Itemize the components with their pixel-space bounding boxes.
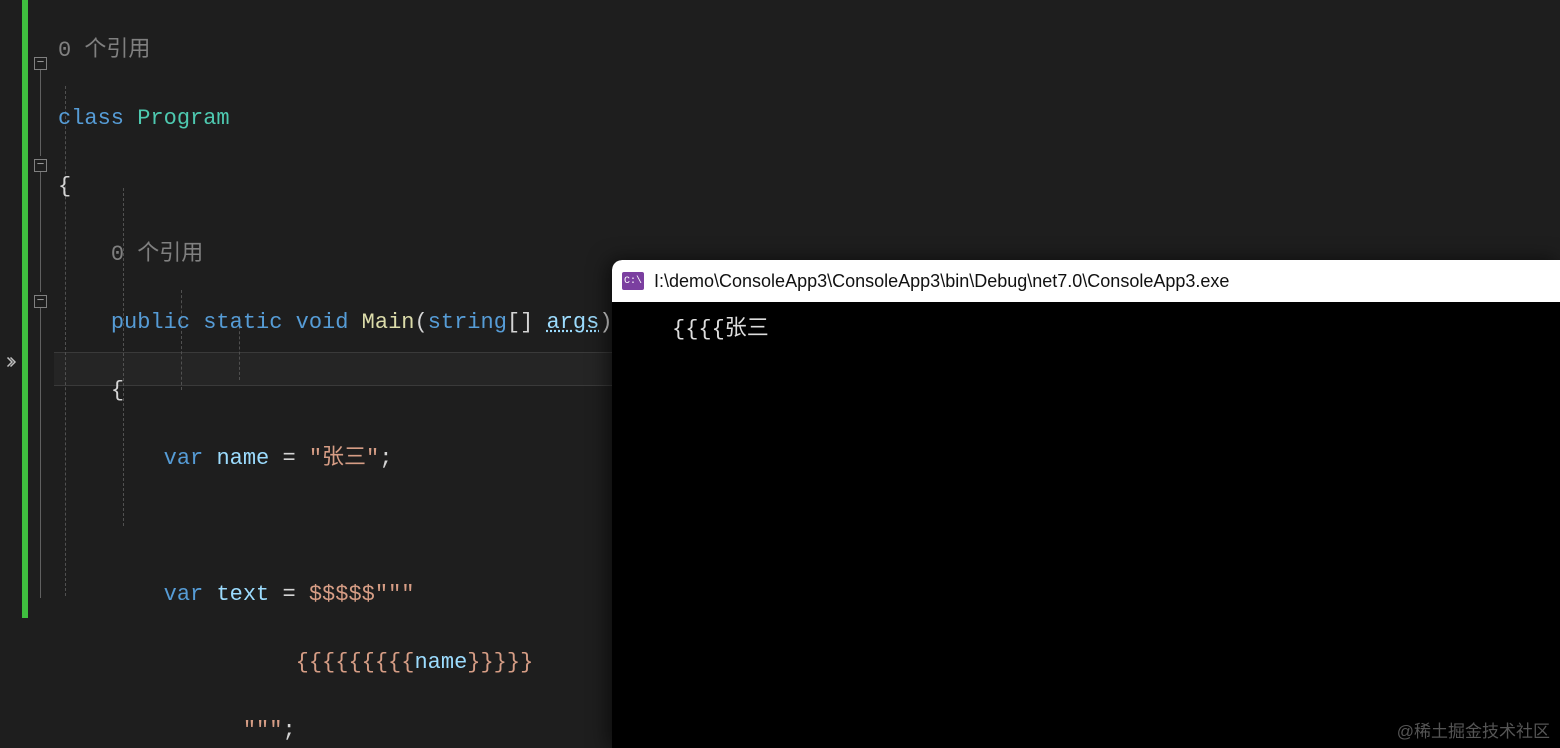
interpolation-var: name (414, 650, 467, 675)
console-title: I:\demo\ConsoleApp3\ConsoleApp3\bin\Debu… (654, 271, 1229, 292)
keyword-void: void (296, 310, 349, 335)
equals: = (269, 446, 309, 471)
fold-toggle-icon[interactable] (34, 57, 47, 70)
console-icon: C:\ (622, 272, 644, 290)
keyword-var: var (164, 446, 204, 471)
keyword-var: var (164, 582, 204, 607)
brackets: [] (507, 310, 533, 335)
keyword-public: public (111, 310, 190, 335)
raw-string-close: """ (243, 718, 283, 743)
class-name: Program (137, 106, 229, 131)
change-indicator (22, 0, 28, 618)
string-literal: "张三" (309, 446, 379, 471)
keyword-class: class (58, 106, 124, 131)
semicolon: ; (282, 718, 295, 743)
fold-toggle-icon[interactable] (34, 295, 47, 308)
code-content[interactable]: 0 个引用 class Program { 0 个引用 public stati… (58, 0, 613, 748)
codelens-method[interactable]: 0 个引用 (111, 242, 203, 267)
watermark: @稀土掘金技术社区 (1397, 717, 1550, 742)
fold-gutter (32, 0, 52, 748)
var-name: name (216, 446, 269, 471)
console-titlebar[interactable]: C:\ I:\demo\ConsoleApp3\ConsoleApp3\bin\… (612, 260, 1560, 302)
keyword-static: static (203, 310, 282, 335)
codelens-class[interactable]: 0 个引用 (58, 38, 150, 63)
var-text: text (216, 582, 269, 607)
param-name: args (547, 310, 600, 335)
raw-string-prefix: $$$$$ (309, 582, 375, 607)
console-window[interactable]: C:\ I:\demo\ConsoleApp3\ConsoleApp3\bin\… (612, 260, 1560, 748)
paren: ( (414, 310, 427, 335)
semicolon: ; (379, 446, 392, 471)
brace: { (111, 378, 124, 403)
fold-line (40, 308, 41, 598)
brace: { (58, 174, 71, 199)
console-output[interactable]: {{{{张三 (612, 302, 1560, 748)
fold-line (40, 172, 41, 292)
fold-line (40, 70, 41, 156)
paren: ) (599, 310, 612, 335)
equals: = (269, 582, 309, 607)
execution-pointer-icon (0, 353, 20, 383)
raw-string-open: """ (375, 582, 415, 607)
raw-string-braces-open: {{{{{{{{{ (296, 650, 415, 675)
method-name: Main (362, 310, 415, 335)
fold-toggle-icon[interactable] (34, 159, 47, 172)
param-type: string (428, 310, 507, 335)
raw-string-braces-close: }}}}} (467, 650, 533, 675)
